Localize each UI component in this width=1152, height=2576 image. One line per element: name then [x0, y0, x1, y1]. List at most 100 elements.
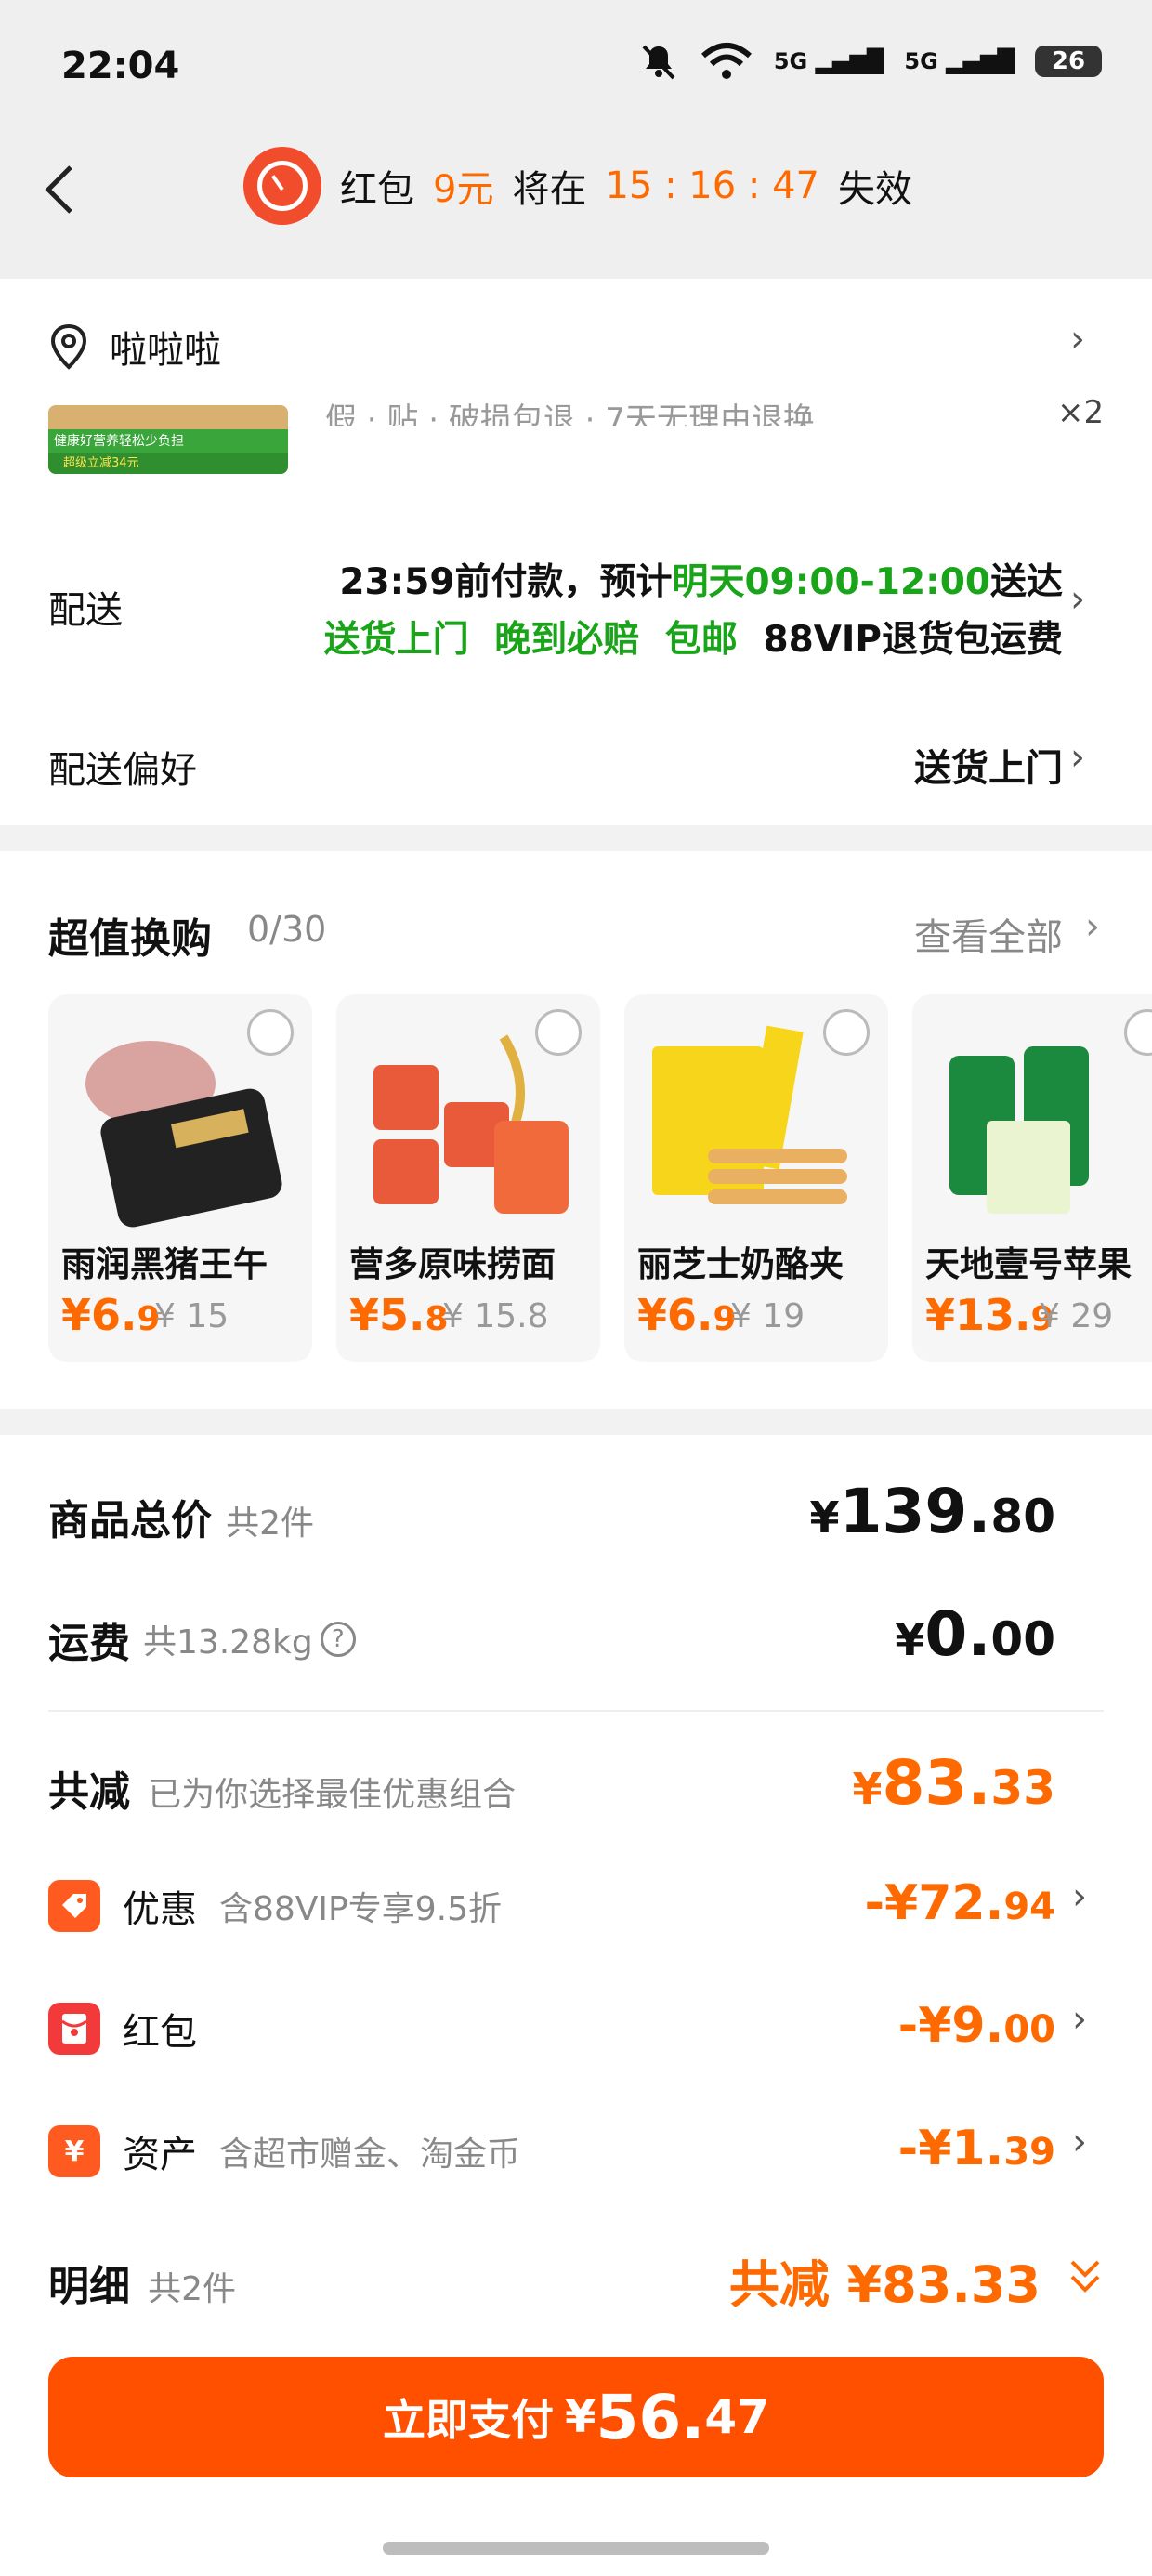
tag-late-compensation: 晚到必赔	[494, 619, 640, 661]
address-chevron-icon: ›	[1070, 318, 1085, 361]
total-yen: ¥	[809, 1492, 840, 1543]
discount-int: -¥72.	[864, 1875, 1004, 1931]
delivery-chevron-icon: ›	[1070, 578, 1085, 621]
redpack-expiry-banner: 红包 9元 将在 15 : 16 : 47 失效	[243, 147, 912, 225]
swap-select-3[interactable]	[823, 1009, 870, 1056]
swap-select-2[interactable]	[535, 1009, 582, 1056]
red-envelope-icon	[48, 2003, 100, 2055]
redpack-dec: 00	[1003, 2008, 1055, 2051]
swap-item-4[interactable]: 天地壹号苹果 ¥13.9 ¥ 29	[912, 994, 1152, 1362]
pref-chevron-icon: ›	[1070, 736, 1085, 779]
detail-value[interactable]: 共减 ¥83.33	[729, 2243, 1041, 2317]
eta-suffix: 送达	[989, 561, 1063, 603]
swap-item-price: ¥5.8	[349, 1290, 449, 1340]
tag-free-shipping: 包邮	[664, 619, 738, 661]
reduce-value: ¥83.33	[852, 1747, 1055, 1819]
reduce-dec: 33	[990, 1761, 1055, 1815]
redpack-chevron-icon: ›	[1072, 1998, 1087, 2041]
eta-window: 明天09:00-12:00	[672, 561, 990, 603]
signal-5g-2-icon: 5G ▂▄▆█	[904, 48, 1015, 74]
reduce-sub: 已为你选择最佳优惠组合	[148, 1776, 517, 1814]
delivery-info[interactable]: 23:59前付款，预计明天09:00-12:00送达 送货上门 晚到必赔 包邮 …	[324, 554, 1063, 669]
redpack-row[interactable]: 红包	[48, 2002, 197, 2056]
total-dec: 80	[990, 1490, 1055, 1544]
chevron-left-icon	[45, 165, 72, 214]
swap-item-2[interactable]: 营多原味捞面 ¥5.8 ¥ 15.8	[336, 994, 600, 1362]
asset-int: -¥1.	[897, 2121, 1004, 2176]
reduce-row: 共减 已为你选择最佳优惠组合	[48, 1758, 516, 1818]
pay-yen: ¥	[565, 2391, 596, 2443]
swap-item-1[interactable]: 雨润黑猪王午 ¥6.9 ¥ 15	[48, 994, 312, 1362]
battery-level: 26	[1051, 47, 1086, 75]
asset-value[interactable]: -¥1.39	[898, 2121, 1055, 2176]
redpack-value[interactable]: -¥9.00	[898, 1998, 1055, 2054]
delivery-label: 配送	[48, 589, 123, 632]
banner-middle: 将在	[512, 168, 587, 211]
banner-suffix: 失效	[837, 168, 912, 211]
help-icon[interactable]: ?	[320, 1622, 356, 1657]
total-sub: 共2件	[226, 1505, 314, 1543]
asset-sub: 含超市赠金、淘金币	[219, 2136, 521, 2174]
banner-countdown: 15 : 16 : 47	[605, 164, 819, 207]
discount-row[interactable]: 优惠 含88VIP专享9.5折	[48, 1879, 502, 1933]
swap-view-all[interactable]: 查看全部	[914, 907, 1063, 961]
status-time: 22:04	[61, 45, 180, 87]
price-int: ¥6.	[61, 1290, 137, 1340]
total-label: 商品总价	[48, 1497, 212, 1544]
back-button[interactable]	[41, 162, 78, 217]
pref-label: 配送偏好	[48, 749, 197, 792]
asset-dec: 39	[1003, 2131, 1055, 2174]
delivery-eta: 23:59前付款，预计明天09:00-12:00送达	[324, 554, 1063, 611]
swap-item-3[interactable]: 丽芝士奶酪夹 ¥6.9 ¥ 19	[624, 994, 888, 1362]
apple-drink-image	[949, 1046, 1089, 1214]
price-int: ¥6.	[637, 1290, 713, 1340]
swap-title: 超值换购	[48, 915, 212, 963]
swap-item-name: 天地壹号苹果	[925, 1244, 1132, 1284]
product-service-tags: 假 · 贴 · 破损包退 · 7天无理由退换	[325, 401, 815, 426]
asset-label: 资产	[123, 2134, 197, 2176]
pay-now-button[interactable]: 立即支付 ¥56. 47	[48, 2357, 1104, 2477]
pref-value[interactable]: 送货上门	[914, 738, 1063, 792]
discount-value[interactable]: -¥72.94	[864, 1875, 1055, 1931]
redpack-int: -¥9.	[897, 1998, 1004, 2054]
discount-sub: 含88VIP专享9.5折	[219, 1890, 503, 1928]
signal-5g-1-icon: 5G ▂▄▆█	[773, 48, 884, 74]
divider	[48, 1710, 1104, 1712]
swap-item-name: 雨润黑猪王午	[61, 1244, 268, 1284]
net-type-2: 5G	[904, 48, 938, 74]
pay-label: 立即支付	[383, 2395, 555, 2445]
detail-row[interactable]: 明细 共2件	[48, 2253, 236, 2312]
battery-icon: 26	[1035, 46, 1102, 77]
ship-yen: ¥	[895, 1615, 925, 1665]
swap-item-name: 营多原味捞面	[349, 1244, 556, 1284]
net-type-1: 5G	[773, 48, 808, 74]
swap-item-orig-price: ¥ 15	[154, 1297, 229, 1335]
total-row: 商品总价 共2件	[48, 1487, 314, 1546]
ship-sub: 共13.28kg	[143, 1623, 313, 1662]
home-indicator[interactable]	[383, 2542, 769, 2555]
eta-pay-by: 23:59前付款，预计	[339, 561, 673, 603]
ship-label: 运费	[48, 1620, 130, 1667]
swap-chevron-icon: ›	[1085, 905, 1100, 948]
delivery-tags: 送货上门 晚到必赔 包邮 88VIP退货包运费	[324, 611, 1063, 669]
double-chevron-down-icon[interactable]	[1067, 2256, 1104, 2297]
reduce-int: 83.	[882, 1747, 991, 1819]
swap-select-1[interactable]	[247, 1009, 294, 1056]
discount-dec: 94	[1003, 1886, 1055, 1928]
header-bar: 红包 9元 将在 15 : 16 : 47 失效	[0, 139, 1152, 279]
product-badge-1: 健康好营养轻松少负担	[48, 429, 288, 453]
swap-item-orig-price: ¥ 15.8	[442, 1297, 549, 1335]
asset-row[interactable]: ¥ 资产 含超市赠金、淘金币	[48, 2124, 520, 2178]
swap-count: 0/30	[247, 909, 327, 950]
price-int: ¥5.	[349, 1290, 425, 1340]
swap-item-orig-price: ¥ 19	[730, 1297, 805, 1335]
discount-tag-icon	[48, 1880, 100, 1932]
address-row[interactable]: 啦啦啦	[48, 320, 221, 374]
detail-label: 明细	[48, 2263, 130, 2310]
wifi-icon	[700, 43, 752, 79]
product-quantity: ×2	[1057, 394, 1105, 426]
product-thumbnail[interactable]: 健康好营养轻松少负担 超级立减34元	[48, 405, 288, 474]
discount-label: 优惠	[123, 1888, 197, 1931]
banner-prefix: 红包	[340, 168, 414, 211]
address-name: 啦啦啦	[110, 329, 221, 372]
